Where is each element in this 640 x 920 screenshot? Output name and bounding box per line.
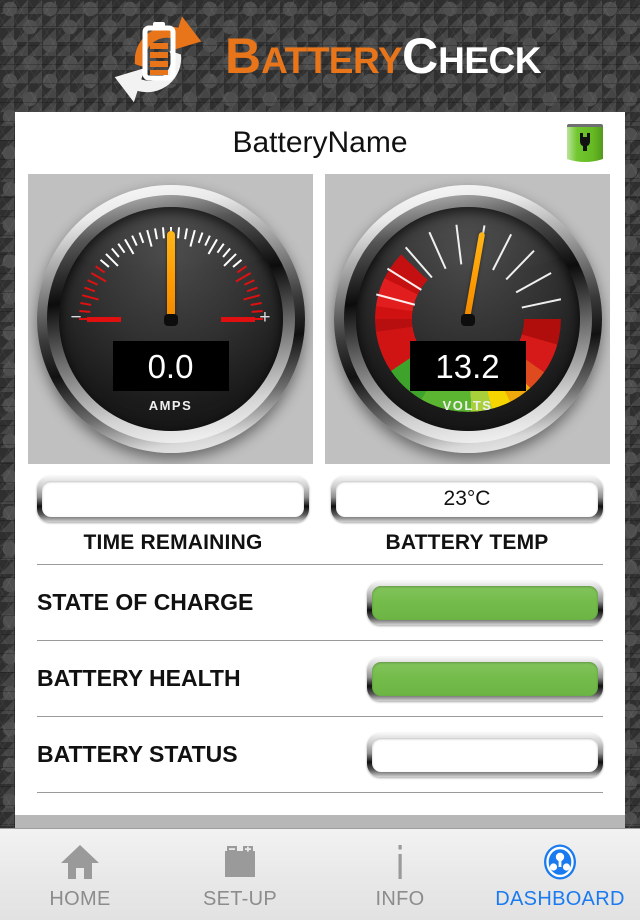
battery-status-indicator[interactable]: [367, 732, 603, 777]
home-icon: [58, 842, 102, 882]
logo-c: C: [402, 28, 439, 84]
app-header: B ATTERY C HECK: [0, 0, 640, 112]
nav-label-home: HOME: [49, 888, 111, 910]
battery-health-indicator[interactable]: [367, 656, 603, 701]
battery-temp-label: BATTERY TEMP: [385, 531, 549, 554]
volts-needle-hub: [460, 314, 475, 326]
logo-heck: HECK: [438, 40, 541, 81]
battery-name-row: BatteryName: [15, 112, 625, 174]
battery-temp-pill[interactable]: 23°C: [331, 476, 603, 522]
battery-temp-field[interactable]: 23°C BATTERY TEMP: [331, 476, 603, 555]
nav-label-info: INFO: [375, 888, 425, 910]
battery-temp-value: 23°C: [336, 481, 598, 517]
amps-needle-hub: [163, 314, 178, 326]
nav-item-dashboard[interactable]: DASHBOARD: [480, 829, 640, 920]
state-of-charge-value: [372, 585, 598, 620]
logo-b: B: [225, 28, 262, 84]
info-icon: [378, 842, 422, 882]
battery-status-value: [372, 737, 598, 772]
gauge-face: − + 0.0 AMPS: [58, 207, 283, 431]
state-of-charge-indicator[interactable]: [367, 580, 603, 625]
page-title: BatteryName: [232, 126, 408, 159]
volts-gauge: 13.2 VOLTS: [333, 185, 602, 453]
app-logo: B ATTERY C HECK: [0, 0, 640, 112]
time-remaining-field[interactable]: TIME REMAINING: [37, 476, 309, 555]
logo-attery: ATTERY: [261, 40, 403, 81]
nav-item-setup[interactable]: SET-UP: [160, 829, 320, 920]
row-state-of-charge[interactable]: STATE OF CHARGE: [37, 565, 603, 641]
amps-gauge-panel[interactable]: − + 0.0 AMPS: [28, 174, 313, 464]
logo-wordmark: B ATTERY C HECK: [225, 31, 541, 81]
amps-lcd-display: 0.0: [112, 341, 229, 391]
row-battery-status[interactable]: BATTERY STATUS: [37, 717, 603, 793]
battery-health-label: BATTERY HEALTH: [37, 665, 241, 691]
content-bottom-strip: [15, 815, 625, 828]
battery-health-value: [372, 661, 598, 696]
volts-value: 13.2: [435, 347, 500, 385]
time-remaining-label: TIME REMAINING: [83, 531, 263, 554]
gauge-face: 13.2 VOLTS: [355, 207, 580, 431]
amps-value: 0.0: [147, 347, 194, 385]
amps-end-bar-negative: [86, 317, 121, 322]
amps-needle: [166, 231, 175, 319]
amps-gauge: − + 0.0 AMPS: [36, 185, 305, 453]
status-rows: STATE OF CHARGE BATTERY HEALTH BATTERY S…: [15, 565, 625, 793]
volts-unit-label: VOLTS: [442, 398, 493, 413]
bottom-navigation: HOME SET-UP INFO DASHBOARD: [0, 828, 640, 920]
nav-label-setup: SET-UP: [202, 888, 278, 910]
battery-status-label: BATTERY STATUS: [37, 741, 238, 767]
nav-item-info[interactable]: INFO: [320, 829, 480, 920]
amps-end-bar-positive: [220, 317, 255, 322]
time-remaining-value: [42, 481, 304, 517]
volts-lcd-display: 13.2: [409, 341, 526, 391]
state-of-charge-label: STATE OF CHARGE: [37, 589, 254, 615]
battery-recycle-logo-icon: [99, 6, 217, 106]
dashboard-content: BatteryName − + 0.0 AMPS 13.2 VOLTS TIME…: [15, 112, 625, 815]
amps-minus-label: −: [70, 307, 82, 328]
dashboard-icon: [538, 842, 582, 882]
app-root: B ATTERY C HECK BatteryName − + 0.0 AMPS…: [0, 0, 640, 920]
nav-item-home[interactable]: HOME: [0, 829, 160, 920]
volts-gauge-panel[interactable]: 13.2 VOLTS: [325, 174, 610, 464]
green-battery-plug-icon[interactable]: [559, 117, 611, 169]
amps-unit-label: AMPS: [148, 398, 193, 413]
gauge-row: − + 0.0 AMPS 13.2 VOLTS: [15, 174, 625, 464]
battery-icon: [218, 842, 262, 882]
amps-plus-label: +: [259, 307, 271, 328]
time-remaining-pill[interactable]: [37, 476, 309, 522]
row-battery-health[interactable]: BATTERY HEALTH: [37, 641, 603, 717]
nav-label-dashboard: DASHBOARD: [495, 888, 625, 910]
field-row: TIME REMAINING 23°C BATTERY TEMP: [15, 464, 625, 555]
